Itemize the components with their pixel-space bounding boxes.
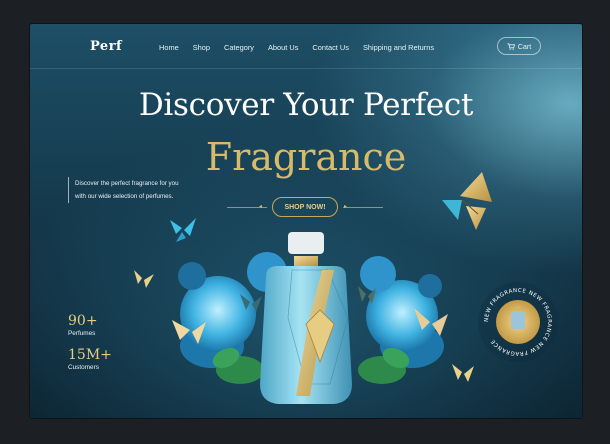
- page-frame: Perf Home Shop Category About Us Contact…: [30, 24, 582, 418]
- butterfly-blue-icon: [170, 218, 196, 242]
- new-fragrance-badge[interactable]: NEW FRAGRANCE NEW FRAGRANCE NEW FRAGRANC…: [478, 282, 558, 362]
- hero-artwork: NEW FRAGRANCE NEW FRAGRANCE NEW FRAGRANC…: [134, 172, 558, 404]
- butterfly-small-icon: [134, 270, 154, 288]
- butterfly-corner-icon: [452, 364, 474, 382]
- butterfly-gold-icon: [442, 172, 492, 230]
